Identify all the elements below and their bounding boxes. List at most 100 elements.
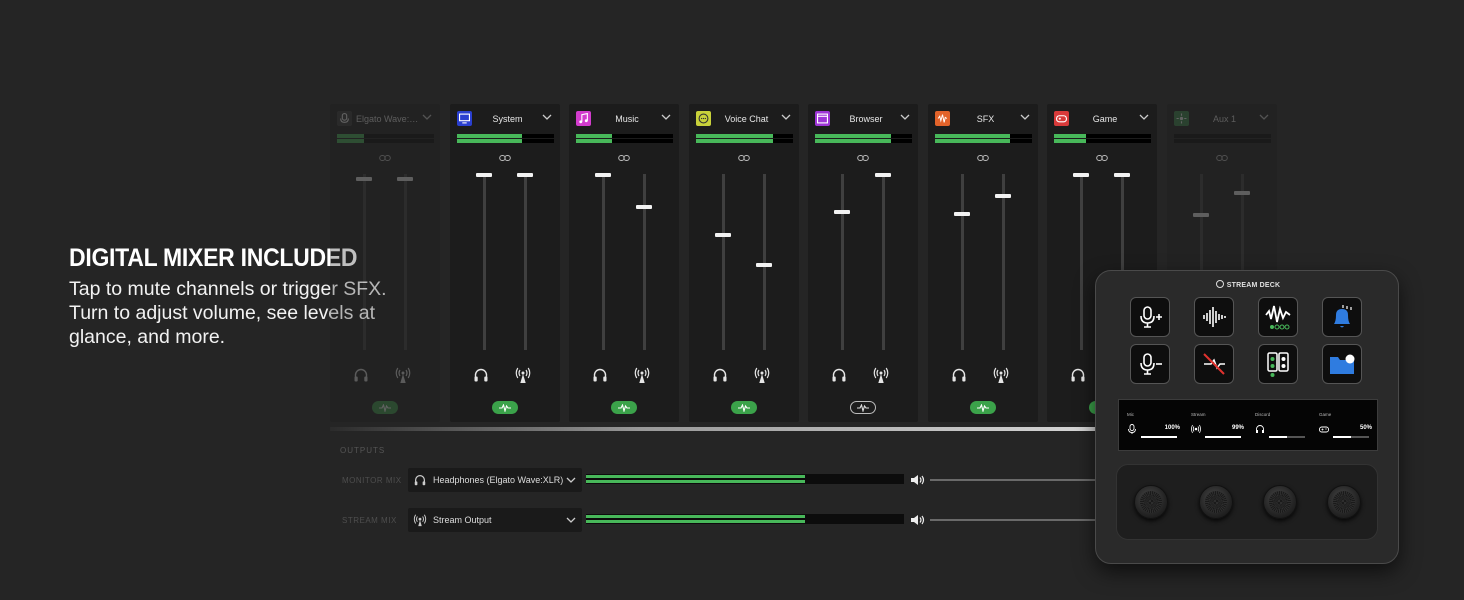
monitor-fader-handle[interactable] — [475, 173, 492, 177]
stream-fader-handle[interactable] — [1114, 173, 1130, 177]
deck-key-mic-plus[interactable] — [1130, 297, 1170, 337]
link-icon[interactable] — [618, 153, 630, 163]
speaker-toggle-icon — [1267, 352, 1289, 377]
output-device-select[interactable]: Stream Output — [408, 508, 582, 532]
broadcast-icon[interactable] — [993, 366, 1009, 384]
link-icon[interactable] — [498, 153, 511, 163]
link-icon[interactable] — [737, 153, 750, 163]
monitor-fader-handle[interactable] — [1192, 213, 1209, 218]
monitor-fader-track[interactable] — [721, 174, 725, 350]
monitor-toggle-button[interactable] — [372, 401, 398, 414]
bell-icon — [1334, 305, 1352, 328]
mic-plus-icon — [1140, 306, 1162, 328]
monitor-toggle-button[interactable] — [730, 401, 757, 414]
stream-fader-track[interactable] — [404, 174, 407, 350]
headphones-icon[interactable] — [712, 367, 728, 383]
output-device-select[interactable]: Headphones (Elgato Wave:XLR) — [408, 468, 582, 492]
monitor-fader-handle[interactable] — [953, 211, 970, 216]
monitor-fader-handle[interactable] — [834, 209, 850, 214]
link-icon[interactable] — [857, 153, 869, 163]
deck-key-mute-slash[interactable] — [1194, 344, 1234, 384]
headphones-icon[interactable] — [353, 367, 369, 383]
headphones-icon[interactable] — [831, 367, 847, 383]
deck-dial-1[interactable] — [1134, 485, 1168, 519]
monitor-fader-handle[interactable] — [595, 173, 611, 177]
speaker-icon[interactable] — [910, 474, 926, 486]
deck-key-mic-minus[interactable] — [1130, 344, 1170, 384]
broadcast-icon[interactable] — [754, 366, 770, 384]
stream-fader-track[interactable] — [643, 174, 646, 350]
link-icon[interactable] — [976, 153, 989, 163]
link-icon[interactable] — [1096, 153, 1108, 163]
headphones-icon[interactable] — [1070, 367, 1086, 383]
channel-name: Game — [1092, 114, 1118, 124]
monitor-fader-handle[interactable] — [714, 232, 731, 237]
monitor-fader-track[interactable] — [363, 174, 366, 350]
monitor-fader-track[interactable] — [602, 174, 605, 350]
channel-selector[interactable]: Music — [569, 104, 679, 132]
channel-level-fill — [695, 134, 774, 138]
deck-dial-2[interactable] — [1199, 485, 1233, 519]
stream-deck-device: STREAM DECK Mic 100% Stream 99% Discord … — [1095, 270, 1399, 564]
stream-fader-handle[interactable] — [397, 176, 413, 181]
chevron-down-icon — [422, 114, 432, 120]
lcd-segment-mic: Mic 100% — [1123, 408, 1185, 444]
channel-selector[interactable]: Browser — [808, 104, 918, 132]
deck-dial-4[interactable] — [1327, 485, 1361, 519]
broadcast-icon — [1191, 424, 1201, 434]
stream-fader-handle[interactable] — [516, 173, 533, 177]
output-level-fill — [586, 475, 806, 478]
mute-slash-icon — [1203, 353, 1225, 375]
channel-level-fill — [1054, 139, 1086, 143]
stream-fader-track[interactable] — [1001, 174, 1005, 350]
channel-selector[interactable]: Game — [1047, 104, 1157, 132]
stream-fader-track[interactable] — [523, 174, 527, 350]
channel-selector[interactable]: SFX — [928, 104, 1038, 132]
broadcast-icon[interactable] — [873, 366, 889, 384]
monitor-toggle-button[interactable] — [969, 401, 996, 414]
output-level-fill — [586, 480, 806, 483]
monitor-fader-track[interactable] — [841, 174, 844, 350]
monitor-fader-track[interactable] — [1080, 174, 1083, 350]
monitor-toggle-button[interactable] — [491, 401, 518, 414]
channel-selector[interactable]: Elgato Wave:XLR — [330, 104, 440, 132]
channel-selector[interactable]: Voice Chat — [689, 104, 799, 132]
monitor-fader-handle[interactable] — [356, 176, 372, 181]
stream-fader-handle[interactable] — [755, 262, 772, 267]
link-icon[interactable] — [1215, 153, 1228, 163]
stream-fader-handle[interactable] — [636, 204, 652, 209]
deck-touch-strip[interactable]: Mic 100% Stream 99% Discord Game 50% — [1118, 399, 1378, 451]
broadcast-icon[interactable] — [515, 366, 531, 384]
stream-fader-handle[interactable] — [994, 194, 1011, 199]
deck-key-waveform-level[interactable] — [1258, 297, 1298, 337]
speaker-icon[interactable] — [910, 514, 926, 526]
output-volume-slider[interactable] — [930, 519, 1110, 521]
broadcast-icon[interactable] — [395, 366, 411, 384]
monitor-fader-handle[interactable] — [1073, 173, 1089, 177]
broadcast-icon[interactable] — [634, 366, 650, 384]
monitor-fader-track[interactable] — [960, 174, 964, 350]
deck-key-bell[interactable] — [1322, 297, 1362, 337]
deck-key-voice-wave[interactable] — [1194, 297, 1234, 337]
deck-key-folder[interactable] — [1322, 344, 1362, 384]
output-volume-slider[interactable] — [930, 479, 1110, 481]
deck-dial-3[interactable] — [1263, 485, 1297, 519]
stream-fader-handle[interactable] — [1233, 190, 1250, 195]
headphones-icon[interactable] — [473, 367, 489, 383]
link-icon[interactable] — [379, 153, 391, 163]
lcd-level-fill — [1141, 436, 1177, 438]
channel-selector[interactable]: Aux 1 — [1167, 104, 1277, 132]
channel-selector[interactable]: System — [450, 104, 560, 132]
waveform-level-icon — [1265, 305, 1291, 330]
stream-fader-track[interactable] — [882, 174, 885, 350]
monitor-toggle-button[interactable] — [611, 401, 637, 414]
channel-strip: Elgato Wave:XLR — [330, 104, 440, 422]
stream-fader-handle[interactable] — [875, 173, 891, 177]
chevron-down-icon — [566, 477, 576, 483]
music-note-icon — [576, 111, 591, 126]
headphones-icon[interactable] — [592, 367, 608, 383]
monitor-fader-track[interactable] — [482, 174, 486, 350]
monitor-toggle-button[interactable] — [850, 401, 876, 414]
headphones-icon[interactable] — [951, 367, 967, 383]
deck-key-speaker-toggle[interactable] — [1258, 344, 1298, 384]
